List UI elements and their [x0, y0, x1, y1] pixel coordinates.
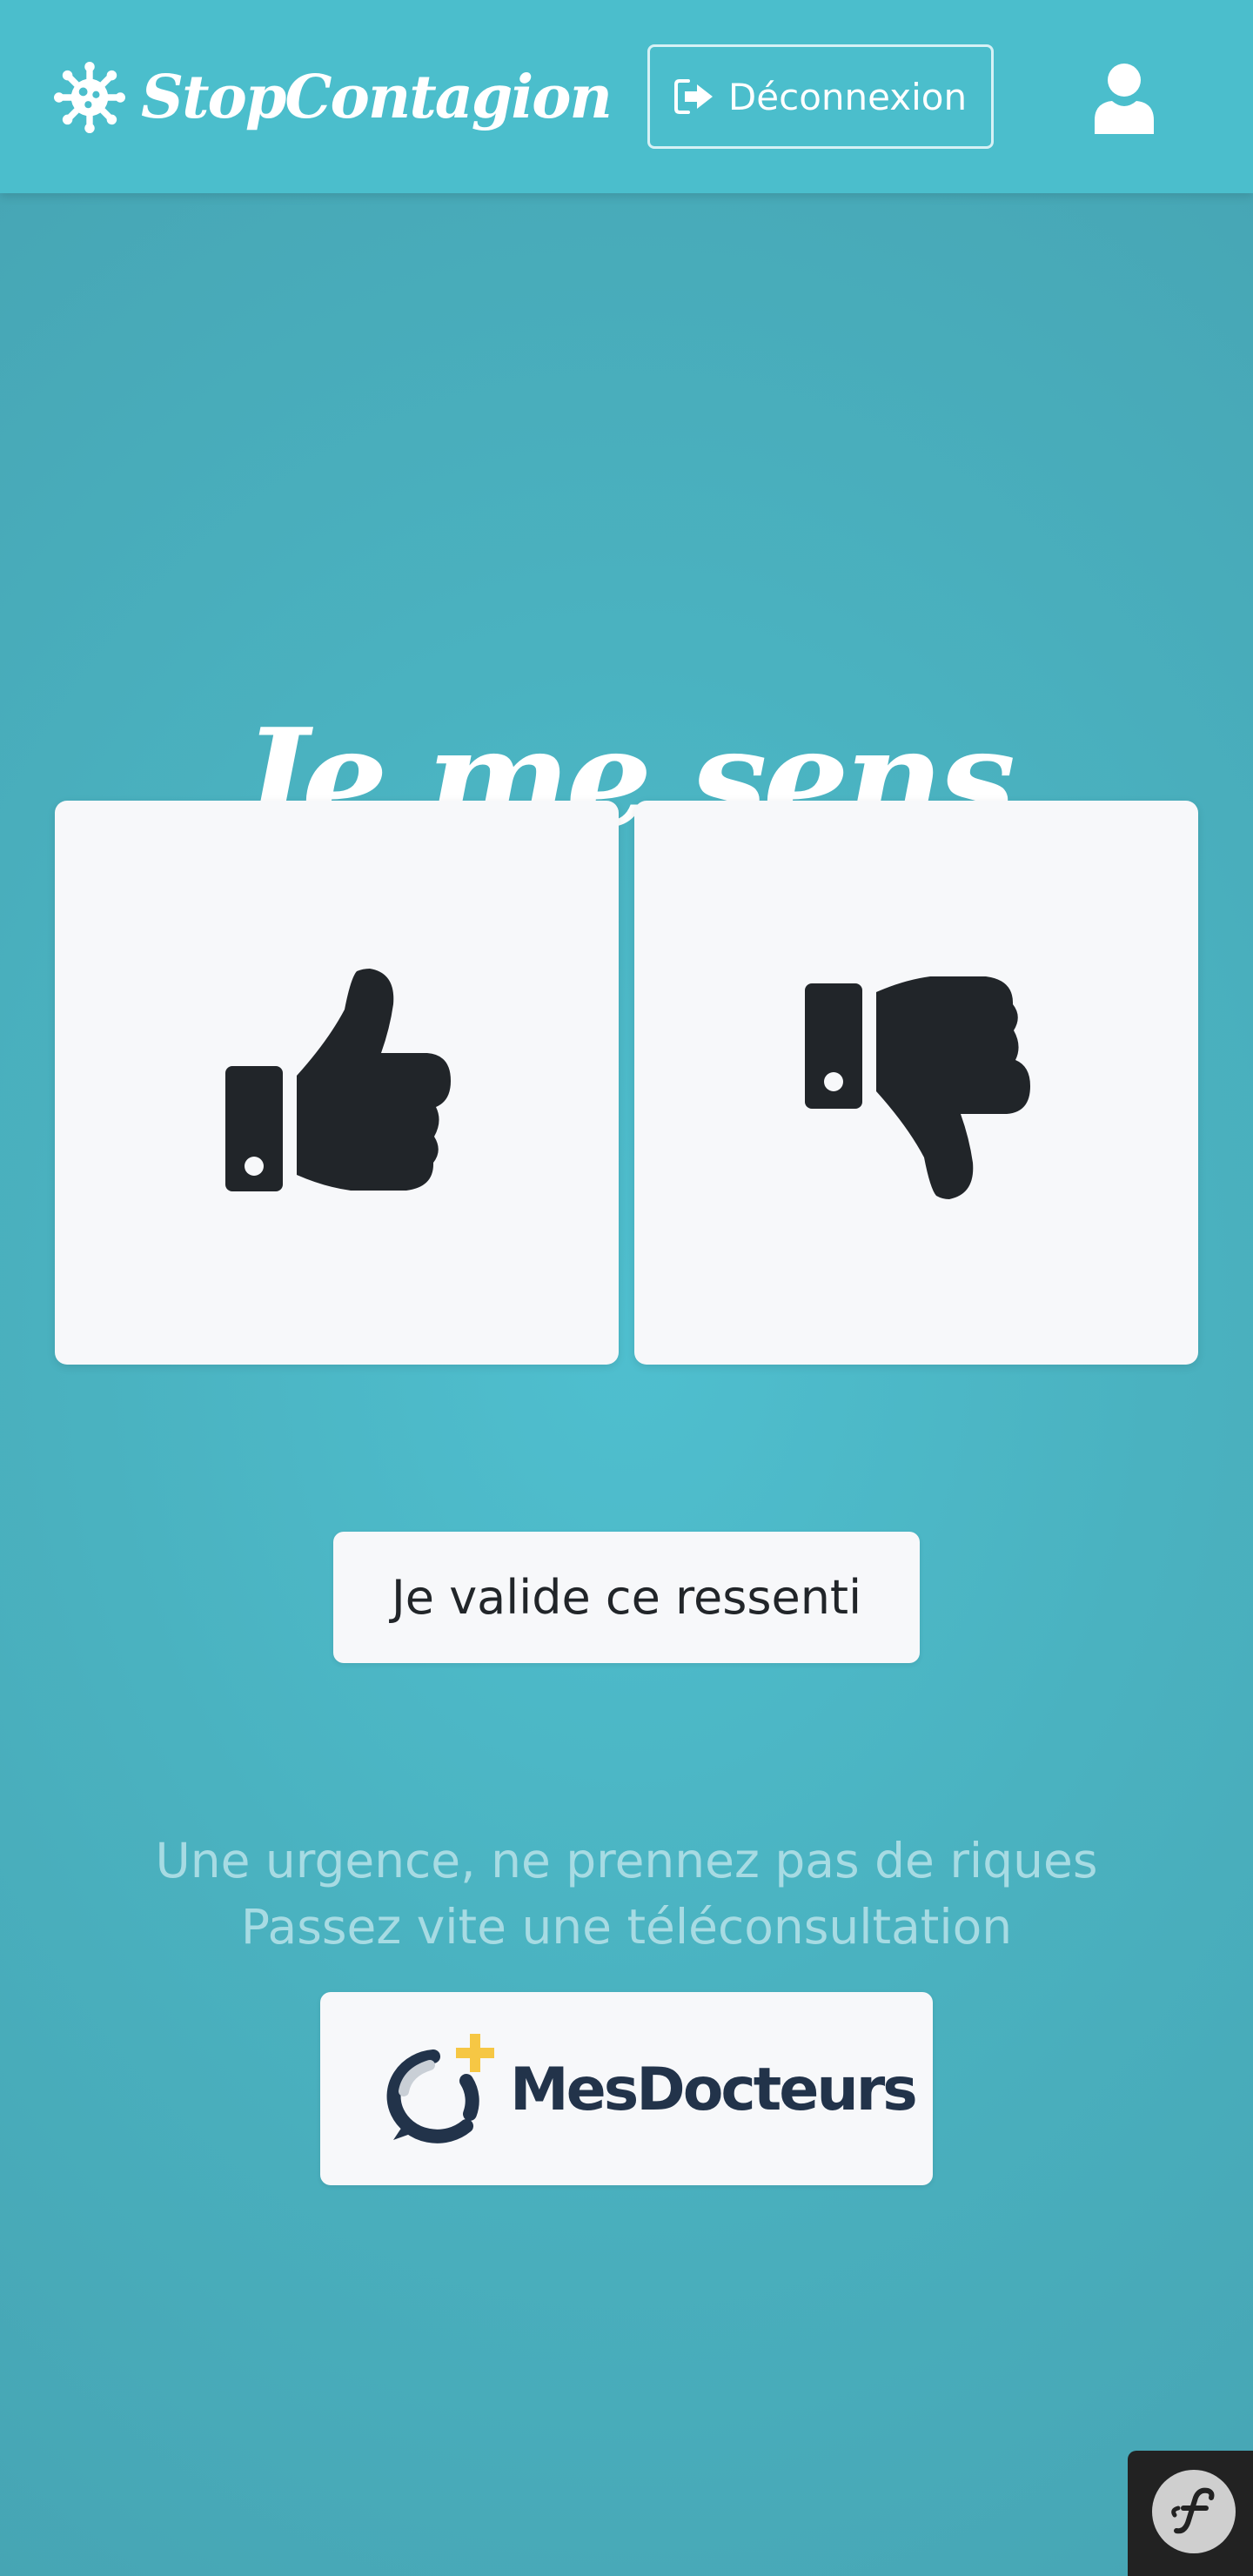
thumbs-up-icon	[225, 969, 451, 1191]
sign-out-icon	[673, 79, 713, 114]
virus-icon	[54, 62, 125, 133]
chat-bubble-icon	[386, 2034, 494, 2143]
partner-name: MesDocteurs	[510, 2056, 918, 2124]
symfony-debug-toolbar[interactable]	[1128, 2451, 1253, 2576]
logout-label: Déconnexion	[727, 75, 968, 118]
emergency-message: Une urgence, ne prennez pas de riques Pa…	[0, 1828, 1253, 1960]
emergency-line-2: Passez vite une téléconsultation	[240, 1899, 1013, 1955]
logout-button[interactable]: Déconnexion	[647, 44, 994, 149]
thumbs-down-card[interactable]	[634, 801, 1198, 1365]
navbar: StopContagion Déconnexion	[0, 0, 1253, 193]
thumbs-up-card[interactable]	[55, 801, 619, 1365]
brand[interactable]: StopContagion	[54, 54, 613, 141]
user-icon[interactable]	[1093, 63, 1156, 134]
mesdocteurs-button[interactable]: MesDocteurs	[320, 1992, 933, 2185]
thumbs-down-icon	[805, 976, 1030, 1199]
validate-feeling-button[interactable]: Je valide ce ressenti	[333, 1532, 920, 1663]
brand-name: StopContagion	[141, 63, 613, 132]
symfony-icon	[1152, 2470, 1236, 2553]
emergency-line-1: Une urgence, ne prennez pas de riques	[155, 1833, 1098, 1888]
